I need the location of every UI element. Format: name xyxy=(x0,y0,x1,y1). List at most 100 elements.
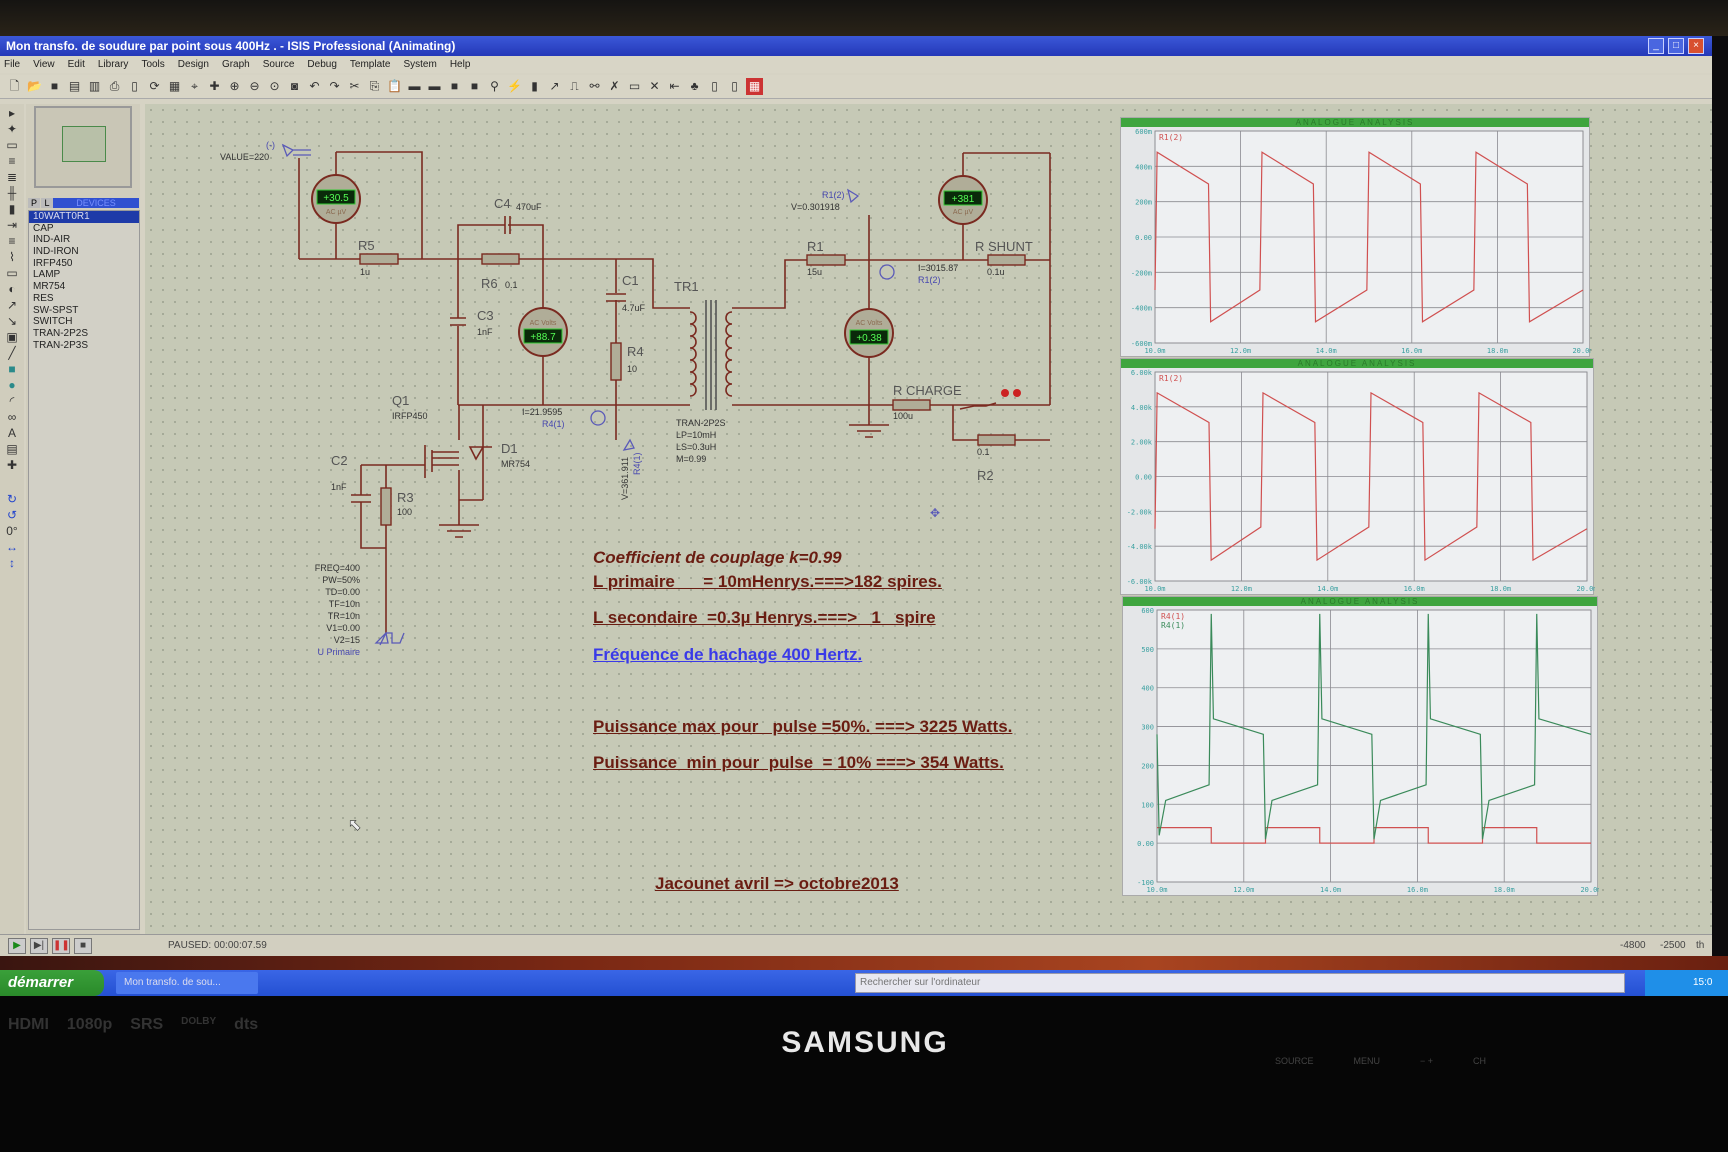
resistor-r4[interactable] xyxy=(610,342,622,381)
part-label: R2 xyxy=(977,468,994,483)
part-value: MR754 xyxy=(501,459,530,469)
part-label: R6 xyxy=(481,276,498,291)
resistor-rshunt[interactable] xyxy=(987,254,1026,266)
source-value-label: VALUE=220 xyxy=(220,152,269,162)
ac-meter-4[interactable]: +381 AC µV xyxy=(938,175,988,225)
x-tick-label: 16.0m xyxy=(1404,585,1425,593)
x-tick-label: 18.0m xyxy=(1494,886,1515,894)
meter-reading: +381 xyxy=(952,194,975,205)
crosshair-marker-icon: ✥ xyxy=(930,506,940,520)
volume-buttons[interactable]: − + xyxy=(1420,1056,1433,1066)
part-label: C1 xyxy=(622,273,639,288)
x-tick-label: 20.0m xyxy=(1576,585,1595,593)
x-tick-label: 14.0m xyxy=(1317,585,1338,593)
switch-indicator-icon[interactable] xyxy=(1001,389,1009,397)
part-label: Q1 xyxy=(392,393,409,408)
graph-title: ANALOGUE ANALYSIS xyxy=(1121,118,1589,127)
part-value: 1nF xyxy=(477,327,493,337)
probe-value: V=0.301918 xyxy=(791,202,840,212)
graph-title: ANALOGUE ANALYSIS xyxy=(1123,597,1597,606)
resistor-r1[interactable] xyxy=(806,254,846,266)
source-param: TR=10n xyxy=(328,611,360,621)
voltage-probe-icon[interactable] xyxy=(846,188,860,204)
max-power-note: Puissance max pour pulse =50%. ===> 3225… xyxy=(593,717,1013,736)
part-value: 100u xyxy=(893,411,913,421)
resistor-r6[interactable] xyxy=(481,253,520,265)
monitor-controls: SOURCE MENU − + CH xyxy=(1275,1056,1486,1066)
y-tick-label: 600 xyxy=(1141,607,1154,615)
coupling-note: Coefficient de couplage k=0.99 xyxy=(593,548,842,567)
current-probe-icon[interactable] xyxy=(879,264,895,280)
source-param: TD=0.00 xyxy=(325,587,360,597)
mouse-cursor-icon: ⬉ xyxy=(348,817,361,834)
meter-unit: AC Volts xyxy=(856,320,883,327)
resistor-r3[interactable] xyxy=(380,487,392,526)
source-param: FREQ=400 xyxy=(315,563,360,573)
part-label: C4 xyxy=(494,196,511,211)
ac-meter-3[interactable]: +0.38 AC Volts xyxy=(844,308,894,358)
y-tick-label: 2.00k xyxy=(1131,439,1153,447)
y-tick-label: 0.00 xyxy=(1135,234,1152,242)
start-button[interactable]: démarrer xyxy=(0,970,104,996)
source-param: V2=15 xyxy=(334,635,360,645)
part-label: R3 xyxy=(397,490,414,505)
part-value: 100 xyxy=(397,507,412,517)
x-tick-label: 14.0m xyxy=(1320,886,1341,894)
x-tick-label: 12.0m xyxy=(1231,585,1252,593)
probe-label: R4(1) xyxy=(542,419,565,429)
x-tick-label: 10.0m xyxy=(1144,585,1165,593)
meter-reading: +88.7 xyxy=(530,332,556,343)
x-tick-label: 16.0m xyxy=(1401,347,1422,355)
part-value: 0.1u xyxy=(987,267,1005,277)
y-tick-label: 400 xyxy=(1141,685,1154,693)
monitor-bezel: HDMI 1080p SRS DOLBY dts SAMSUNG SOURCE MENU −… xyxy=(0,996,1728,1152)
channel-buttons[interactable]: CH xyxy=(1473,1056,1486,1066)
y-tick-label: 600m xyxy=(1135,128,1152,136)
taskbar-item-isis[interactable]: Mon transfo. de sou... xyxy=(116,972,258,994)
part-value: IRFP450 xyxy=(392,411,428,421)
part-value: 0.1 xyxy=(977,447,990,457)
taskbar: démarrer Mon transfo. de sou... 15:0 xyxy=(0,970,1728,996)
resistor-r2[interactable] xyxy=(977,434,1016,446)
desktop-strip xyxy=(0,956,1728,970)
hdmi-logo: HDMI xyxy=(8,1016,49,1033)
source-param: TF=10n xyxy=(329,599,360,609)
switch-indicator-icon[interactable] xyxy=(1013,389,1021,397)
menu-button[interactable]: MENU xyxy=(1354,1056,1381,1066)
x-tick-label: 12.0m xyxy=(1233,886,1254,894)
x-tick-label: 18.0m xyxy=(1490,585,1511,593)
source-button[interactable]: SOURCE xyxy=(1275,1056,1314,1066)
y-tick-label: -400m xyxy=(1131,305,1152,313)
legend-label: R1(2) xyxy=(1159,374,1183,383)
ac-meter-2[interactable]: +88.7 AC Volts xyxy=(518,307,568,357)
dc-source-icon[interactable] xyxy=(281,143,311,158)
resistor-r5[interactable] xyxy=(359,253,399,265)
search-input[interactable] xyxy=(855,973,1625,993)
analogue-graph-1[interactable]: ANALOGUE ANALYSIS 600m 400m 200m 0.00 -200m -4… xyxy=(1120,117,1591,357)
analogue-graph-3[interactable]: ANALOGUE ANALYSIS 600 500 400 300 200 100 0.00-… xyxy=(1122,596,1599,896)
pulse-generator-icon[interactable] xyxy=(374,631,405,646)
resistor-rcharge[interactable] xyxy=(892,399,931,411)
probe-value: V=361.911 xyxy=(620,457,630,500)
x-tick-label: 20.0m xyxy=(1580,886,1599,894)
probe-icons xyxy=(281,143,895,646)
terminal-label: (-) xyxy=(266,140,275,150)
y-tick-label: -2.00k xyxy=(1127,508,1153,516)
x-tick-label: 10.0m xyxy=(1144,347,1165,355)
ac-meter-1[interactable]: +30.5 AC µV xyxy=(311,174,361,224)
meter-unit: AC µV xyxy=(953,209,974,216)
legend-label: R1(2) xyxy=(1159,133,1183,142)
probe-label: R1(2) xyxy=(822,190,845,200)
probe-value: I=3015.87 xyxy=(918,263,958,273)
voltage-probe-icon[interactable] xyxy=(622,438,635,451)
frequency-note: Fréquence de hachage 400 Hertz. xyxy=(593,645,863,664)
srs-logo: SRS xyxy=(130,1016,164,1033)
part-label: C3 xyxy=(477,308,494,323)
analogue-graph-2[interactable]: ANALOGUE ANALYSIS 6.00k 4.00k 2.00k 0.00 -2.0… xyxy=(1120,358,1595,595)
part-label: R1 xyxy=(807,239,824,254)
samsung-logo: SAMSUNG xyxy=(781,1026,949,1059)
current-probe-icon[interactable] xyxy=(590,410,606,426)
feature-logos: HDMI 1080p SRS DOLBY dts xyxy=(0,1016,258,1034)
y-tick-label: 6.00k xyxy=(1131,369,1153,377)
1080p-logo: 1080p xyxy=(66,1016,113,1033)
